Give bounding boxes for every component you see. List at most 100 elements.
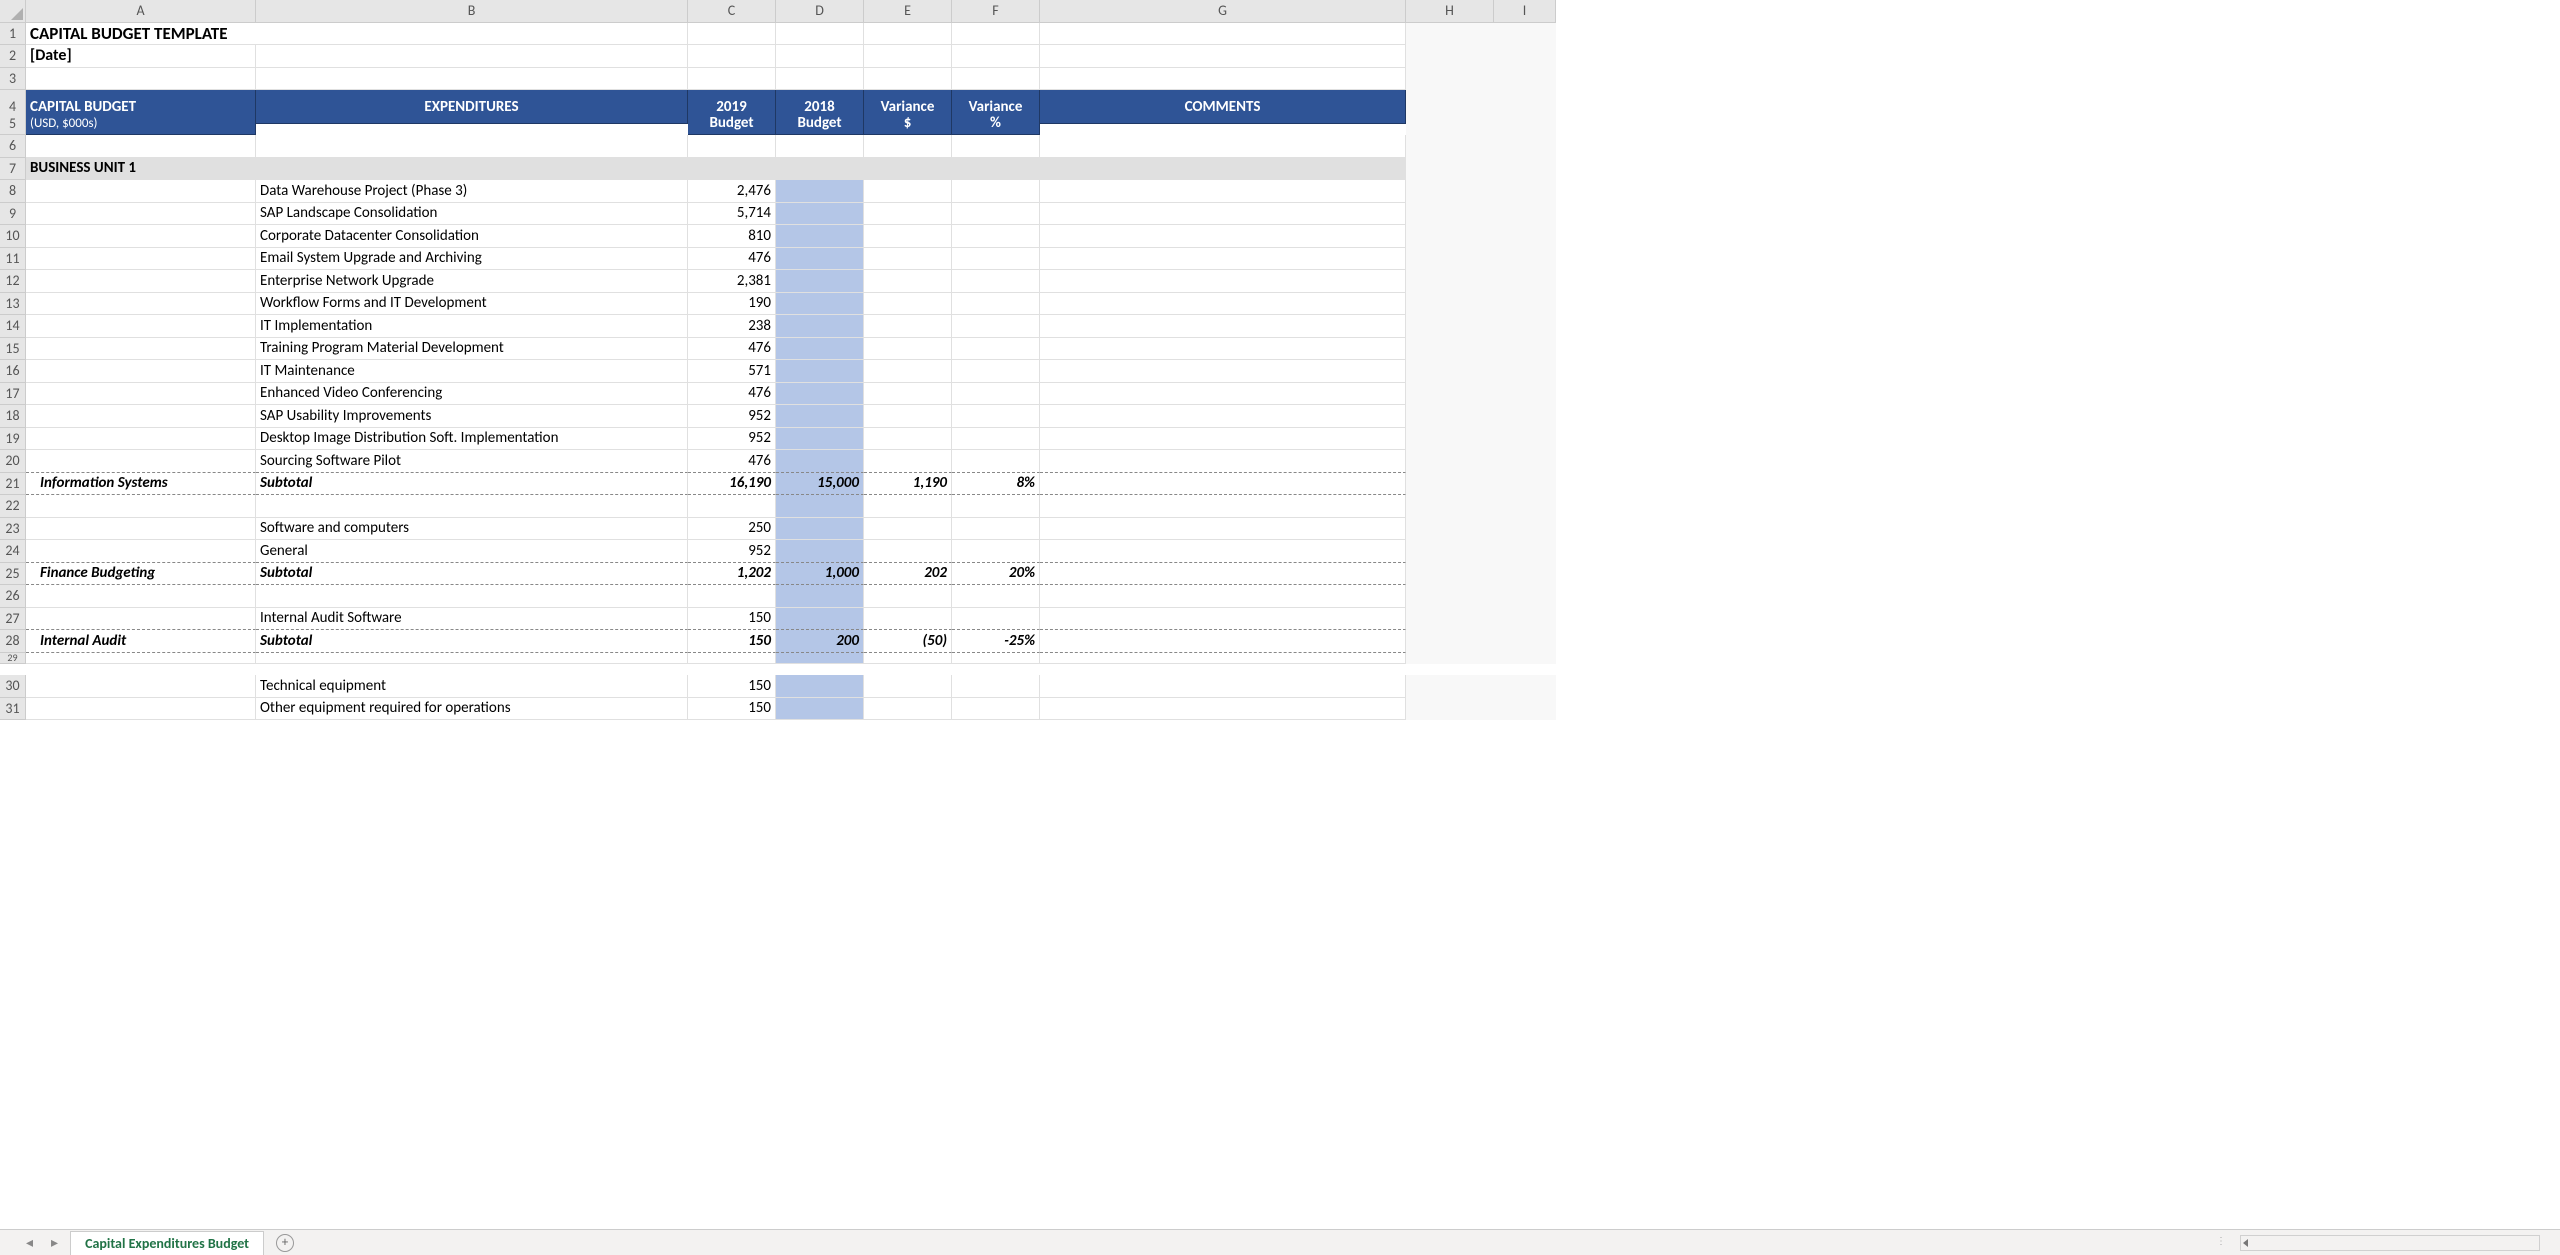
cell[interactable] <box>1494 293 1556 316</box>
cell[interactable] <box>952 68 1040 91</box>
cell[interactable] <box>256 653 688 664</box>
cell[interactable] <box>26 270 256 293</box>
cell[interactable] <box>1494 113 1556 136</box>
cell[interactable] <box>1494 540 1556 563</box>
cell[interactable] <box>864 180 952 203</box>
cell[interactable] <box>1040 540 1406 563</box>
subtotal-current[interactable]: 150 <box>688 630 776 653</box>
cell[interactable] <box>1406 113 1494 136</box>
cell[interactable] <box>1494 518 1556 541</box>
cell[interactable] <box>1040 135 1406 158</box>
cell[interactable] <box>952 293 1040 316</box>
cell[interactable] <box>1040 608 1406 631</box>
prior-budget-cell[interactable] <box>776 225 864 248</box>
cell[interactable] <box>26 68 256 91</box>
cell[interactable] <box>1494 630 1556 653</box>
tab-nav-next-icon[interactable]: ▸ <box>45 1234 64 1251</box>
subtotal-category[interactable]: Internal Audit <box>26 630 256 653</box>
subtotal-current[interactable]: 1,202 <box>688 563 776 586</box>
cell[interactable] <box>952 45 1040 68</box>
row-header[interactable]: 7 <box>0 158 26 181</box>
cell[interactable] <box>1494 203 1556 226</box>
cell[interactable] <box>1494 608 1556 631</box>
cell[interactable] <box>1494 698 1556 721</box>
cell[interactable] <box>952 450 1040 473</box>
cell[interactable] <box>776 135 864 158</box>
cell[interactable] <box>26 518 256 541</box>
cell[interactable] <box>1494 473 1556 496</box>
row-header[interactable]: 14 <box>0 315 26 338</box>
cell[interactable] <box>952 653 1040 664</box>
row-header[interactable]: 18 <box>0 405 26 428</box>
cell[interactable] <box>1494 653 1556 664</box>
cell[interactable] <box>1494 405 1556 428</box>
budget-value[interactable]: 476 <box>688 338 776 361</box>
cell[interactable] <box>1494 675 1556 698</box>
row-header[interactable]: 17 <box>0 383 26 406</box>
subtotal-label[interactable]: Subtotal <box>256 563 688 586</box>
cell[interactable] <box>1406 518 1494 541</box>
expenditure-item[interactable]: Technical equipment <box>256 675 688 698</box>
cell[interactable] <box>952 180 1040 203</box>
cell[interactable] <box>1406 180 1494 203</box>
prior-budget-cell[interactable] <box>776 608 864 631</box>
budget-value[interactable]: 476 <box>688 383 776 406</box>
cell[interactable] <box>864 225 952 248</box>
cell[interactable] <box>26 653 256 664</box>
budget-value[interactable]: 571 <box>688 360 776 383</box>
cell[interactable] <box>864 383 952 406</box>
cell[interactable] <box>26 203 256 226</box>
row-header[interactable]: 23 <box>0 518 26 541</box>
budget-value[interactable]: 238 <box>688 315 776 338</box>
header-expenditures[interactable]: EXPENDITURES <box>256 90 688 124</box>
cell[interactable] <box>1494 270 1556 293</box>
cell[interactable] <box>1494 158 1556 181</box>
row-header[interactable]: 16 <box>0 360 26 383</box>
budget-value[interactable]: 476 <box>688 248 776 271</box>
subtotal-prior[interactable]: 1,000 <box>776 563 864 586</box>
subtotal-category[interactable]: Finance Budgeting <box>26 563 256 586</box>
budget-value[interactable]: 952 <box>688 428 776 451</box>
cell[interactable] <box>776 45 864 68</box>
cell[interactable] <box>26 383 256 406</box>
spreadsheet-grid[interactable]: A B C D E F G H I 1 CAPITAL BUDGET TEMPL… <box>0 0 2560 720</box>
cell[interactable] <box>952 540 1040 563</box>
row-header[interactable]: 24 <box>0 540 26 563</box>
cell[interactable] <box>1494 68 1556 91</box>
expenditure-item[interactable]: SAP Usability Improvements <box>256 405 688 428</box>
cell[interactable] <box>952 225 1040 248</box>
cell[interactable] <box>26 495 256 518</box>
expenditure-item[interactable]: Workflow Forms and IT Development <box>256 293 688 316</box>
cell[interactable] <box>1494 360 1556 383</box>
cell[interactable] <box>1040 293 1406 316</box>
row-header[interactable]: 29 <box>0 653 26 664</box>
cell[interactable] <box>1494 315 1556 338</box>
cell[interactable] <box>952 675 1040 698</box>
cell[interactable] <box>1040 495 1406 518</box>
cell[interactable] <box>1406 698 1494 721</box>
header-units[interactable]: (USD, $000s) <box>26 113 256 136</box>
budget-value[interactable]: 5,714 <box>688 203 776 226</box>
cell[interactable] <box>1040 428 1406 451</box>
cell[interactable] <box>1040 383 1406 406</box>
header-percent[interactable]: % <box>952 113 1040 136</box>
cell[interactable] <box>864 518 952 541</box>
row-header[interactable]: 8 <box>0 180 26 203</box>
header-dollar[interactable]: $ <box>864 113 952 136</box>
row-header[interactable]: 1 <box>0 23 26 46</box>
cell[interactable] <box>1406 450 1494 473</box>
cell[interactable] <box>1040 473 1406 496</box>
cell[interactable] <box>864 45 952 68</box>
cell[interactable] <box>864 428 952 451</box>
prior-budget-cell[interactable] <box>776 383 864 406</box>
cell[interactable] <box>864 23 952 46</box>
cell[interactable] <box>1494 225 1556 248</box>
cell[interactable] <box>1406 248 1494 271</box>
subtotal-prior[interactable]: 15,000 <box>776 473 864 496</box>
row-header[interactable]: 12 <box>0 270 26 293</box>
cell[interactable] <box>1406 428 1494 451</box>
cell[interactable] <box>952 203 1040 226</box>
row-header[interactable]: 13 <box>0 293 26 316</box>
cell[interactable] <box>26 450 256 473</box>
prior-budget-cell[interactable] <box>776 360 864 383</box>
